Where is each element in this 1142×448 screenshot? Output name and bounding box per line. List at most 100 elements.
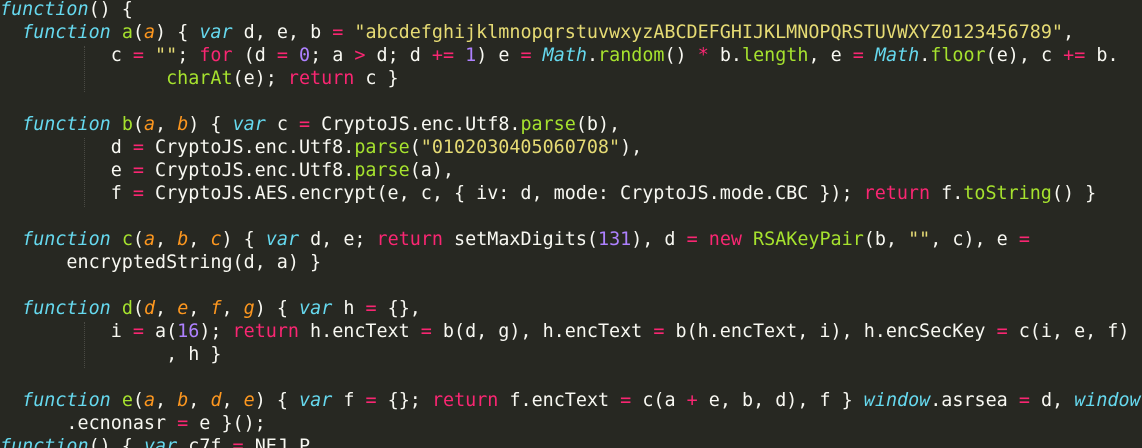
code-line: , h } [0,343,221,366]
code-token: return [431,390,499,411]
code-token: () { [88,436,144,448]
code-token: ( [409,137,421,158]
code-token: "abcdefghijklmnopqrstuvwxyzABCDEFGHIJKLM… [354,22,1063,43]
code-token: d, e, b [232,22,333,43]
code-token: "0102030405060708" [420,137,621,158]
code-token: ) { [254,298,300,319]
code-token: (a), [409,160,454,181]
code-token: a [143,22,156,43]
code-token: e, b, d), f } [697,390,864,411]
code-token: = [365,298,377,319]
code-token: e }(); [188,413,266,434]
code-token: , [221,298,244,319]
code-token: 0 [299,45,311,66]
code-token: Math [874,45,920,66]
code-token: a [143,229,156,250]
code-token: b(h.encText, i), h.encSecKey [664,321,997,342]
code-token: , c), e [930,229,1019,250]
code-token: , [1063,22,1075,43]
code-token: b. [708,45,742,66]
code-token: a [143,114,156,135]
code-token: f [332,390,366,411]
code-token: f. [930,183,964,204]
code-token: () [664,45,698,66]
code-token: . [586,45,599,66]
code-token: = [276,45,288,66]
code-token: ); [199,321,233,342]
code-token: = [420,321,432,342]
code-token: . [919,45,931,66]
code-token: ) { [254,390,300,411]
code-token: for [199,45,233,66]
code-line: charAt(e); return c } [0,67,399,90]
code-token: ; [177,45,200,66]
code-token: e [243,390,255,411]
code-token: , [188,229,211,250]
code-token: = [132,183,144,204]
code-line: e = CryptoJS.enc.Utf8.parse(a), [0,159,454,182]
code-token: .asrsea [930,390,1019,411]
code-token: length [742,45,809,66]
code-token: (b, [863,229,909,250]
code-token: ( [132,229,144,250]
code-token: function [22,229,111,250]
code-token: var [299,390,333,411]
code-token: CryptoJS.AES.encrypt(e, c, { iv: d, mode… [143,183,864,204]
code-token: return [863,183,931,204]
code-token: random [598,45,665,66]
code-token: new [708,229,742,250]
code-line: function d(d, e, f, g) { var h = {}, [0,297,421,320]
code-token: , [188,298,211,319]
code-editor[interactable]: function() { function a(a) { var d, e, b… [0,0,1142,448]
code-token: {}; [376,390,432,411]
code-token: = [132,45,144,66]
code-token: return [287,68,355,89]
code-token: = [299,114,311,135]
code-token: = [686,229,698,250]
code-token: f.encText [498,390,621,411]
code-token: floor [930,45,986,66]
code-token: d [121,298,133,319]
code-token: ( [132,114,144,135]
code-line: .ecnonasr = e }(); [0,412,266,435]
code-token: , [155,114,178,135]
code-token: = [232,436,244,448]
code-line: f = CryptoJS.AES.encrypt(e, c, { iv: d, … [0,182,1096,205]
code-token: = [852,45,864,66]
code-token: > [354,45,366,66]
code-token: = [332,22,344,43]
code-token: = [520,45,532,66]
code-line: function a(a) { var d, e, b = "abcdefghi… [0,21,1074,44]
code-token: var [232,114,266,135]
code-token: + [686,390,698,411]
code-line: function e(a, b, d, e) { var f = {}; ret… [0,389,1140,412]
code-token: i [0,321,133,342]
code-token: b(d, g), h.encText [431,321,654,342]
code-token: CryptoJS.enc.Utf8. [143,137,355,158]
code-token: var [199,22,233,43]
code-token: d [143,298,156,319]
code-token: g [243,298,255,319]
code-token: function [22,114,111,135]
code-token: b. [1085,45,1119,66]
code-token: c7f [177,436,233,448]
code-token: setMaxDigits( [442,229,598,250]
code-token: * [697,45,709,66]
code-token: function [22,22,111,43]
code-line: c = ""; for (d = 0; a > d; d += 1) e = M… [0,44,1119,67]
code-token: return [376,229,443,250]
code-token: c [210,229,222,250]
code-token: ; a [310,45,355,66]
code-token: a [121,22,133,43]
code-token: window [863,390,931,411]
code-token: RSAKeyPair [753,229,864,250]
code-token: toString [963,183,1052,204]
code-token: function [0,436,89,448]
code-token: ), d [631,229,687,250]
code-token: ) e [476,45,521,66]
code-token: c [121,229,133,250]
